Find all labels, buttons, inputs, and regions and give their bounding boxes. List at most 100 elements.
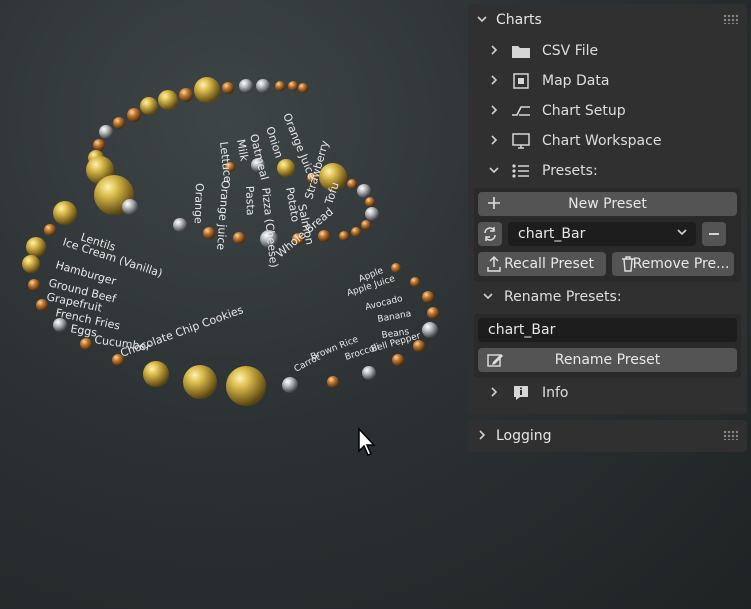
chevron-right-icon <box>488 104 502 119</box>
new-preset-label: New Preset <box>568 196 647 212</box>
data-sphere <box>122 199 138 215</box>
data-sphere <box>194 77 220 103</box>
data-sphere <box>392 354 404 366</box>
rename-presets-title: Rename Presets: <box>504 289 622 305</box>
subpanel-presets[interactable]: Presets: <box>468 156 747 186</box>
data-sphere <box>288 81 298 91</box>
remove-preset-label: Remove Pre... <box>632 256 730 272</box>
chart-setup-icon <box>510 102 532 120</box>
subpanel-label: CSV File <box>542 43 599 59</box>
remove-preset-button[interactable]: Remove Pre... <box>612 252 734 276</box>
drag-handle-icon[interactable] <box>723 430 739 440</box>
data-sphere <box>422 291 434 303</box>
data-sphere <box>233 232 245 244</box>
data-sphere <box>183 365 217 399</box>
subpanel-label: Info <box>542 385 569 401</box>
refresh-icon <box>484 227 496 241</box>
subpanel-chart-workspace[interactable]: Chart Workspace <box>468 126 747 156</box>
trash-icon <box>620 255 636 277</box>
rename-preset-button[interactable]: Rename Preset <box>478 348 737 372</box>
chart-label: Onion <box>263 125 285 160</box>
data-sphere <box>427 307 439 319</box>
monitor-icon <box>510 132 532 150</box>
plus-icon <box>486 195 502 215</box>
chevron-right-icon <box>488 386 502 401</box>
subpanel-map-data[interactable]: Map Data <box>468 66 747 96</box>
data-sphere <box>362 366 376 380</box>
subpanel-label: Chart Setup <box>542 103 626 119</box>
subpanel-label: Chart Workspace <box>542 133 662 149</box>
map-data-icon <box>510 72 532 90</box>
edit-icon <box>486 351 504 373</box>
data-sphere <box>127 108 141 122</box>
chevron-down-icon <box>676 225 688 242</box>
data-sphere <box>203 227 215 239</box>
data-sphere <box>26 237 46 257</box>
data-sphere <box>339 231 349 241</box>
data-sphere <box>22 255 40 273</box>
data-sphere <box>99 125 113 139</box>
logging-panel: Logging <box>468 420 747 452</box>
chevron-right-icon <box>476 429 490 444</box>
subpanel-chart-setup[interactable]: Chart Setup <box>468 96 747 126</box>
preset-select[interactable]: chart_Bar <box>508 222 696 246</box>
data-sphere <box>365 207 379 221</box>
data-sphere <box>351 227 361 237</box>
drag-handle-icon[interactable] <box>723 14 739 24</box>
chevron-right-icon <box>488 74 502 89</box>
chart-label: Chocolate Chip Cookies <box>119 303 246 360</box>
data-sphere <box>222 82 234 94</box>
data-sphere <box>93 139 105 151</box>
rename-box: chart_Bar Rename Preset <box>474 314 741 378</box>
sidebar-panel: Charts CSV File Map Data Chart Setup Cha… <box>468 4 747 458</box>
rename-presets-header[interactable]: Rename Presets: <box>468 282 747 312</box>
3d-chart-scene: LentilsIce Cream (Vanilla)HamburgerGroun… <box>22 77 439 406</box>
subpanel-csv-file[interactable]: CSV File <box>468 36 747 66</box>
data-sphere <box>113 117 125 129</box>
new-preset-button[interactable]: New Preset <box>478 192 737 216</box>
data-sphere <box>361 220 371 230</box>
folder-icon <box>510 42 532 60</box>
data-sphere <box>327 376 339 388</box>
chart-label: Lettuce <box>217 141 234 183</box>
data-sphere <box>422 322 438 338</box>
preset-name-value: chart_Bar <box>488 322 556 338</box>
data-sphere <box>226 366 266 406</box>
charts-panel: Charts CSV File Map Data Chart Setup Cha… <box>468 4 747 414</box>
chart-label: Banana <box>377 309 412 325</box>
data-sphere <box>357 184 371 198</box>
panel-title: Charts <box>496 12 542 28</box>
data-sphere <box>173 218 187 232</box>
rename-preset-label: Rename Preset <box>554 352 661 368</box>
chart-label: Avocado <box>364 294 404 313</box>
chart-label: Orange juice <box>214 180 232 251</box>
export-icon <box>486 255 502 277</box>
recall-preset-button[interactable]: Recall Preset <box>478 252 606 276</box>
chart-label: Milk <box>234 138 251 163</box>
logging-panel-header[interactable]: Logging <box>468 420 747 452</box>
data-sphere <box>179 88 193 102</box>
data-sphere <box>158 90 178 110</box>
data-sphere <box>318 230 330 242</box>
subpanel-info[interactable]: Info <box>468 378 747 408</box>
data-sphere <box>256 79 270 93</box>
charts-panel-header[interactable]: Charts <box>468 4 747 36</box>
chevron-right-icon <box>488 134 502 149</box>
data-sphere <box>239 79 253 93</box>
preset-name-input[interactable]: chart_Bar <box>478 318 737 342</box>
chart-label: Orange <box>192 183 206 224</box>
refresh-presets-button[interactable] <box>478 222 502 246</box>
data-sphere <box>275 81 285 91</box>
data-sphere <box>28 279 40 291</box>
data-sphere <box>143 361 169 387</box>
data-sphere <box>391 263 401 273</box>
remove-preset-small-button[interactable] <box>702 222 726 246</box>
data-sphere <box>282 377 298 393</box>
data-sphere <box>44 224 56 236</box>
chart-label: Pizza (Cheese) <box>259 187 280 268</box>
chevron-down-icon <box>488 164 502 179</box>
data-sphere <box>365 197 375 207</box>
data-sphere <box>277 159 295 177</box>
preset-select-value: chart_Bar <box>518 226 586 242</box>
recall-preset-label: Recall Preset <box>504 256 594 272</box>
